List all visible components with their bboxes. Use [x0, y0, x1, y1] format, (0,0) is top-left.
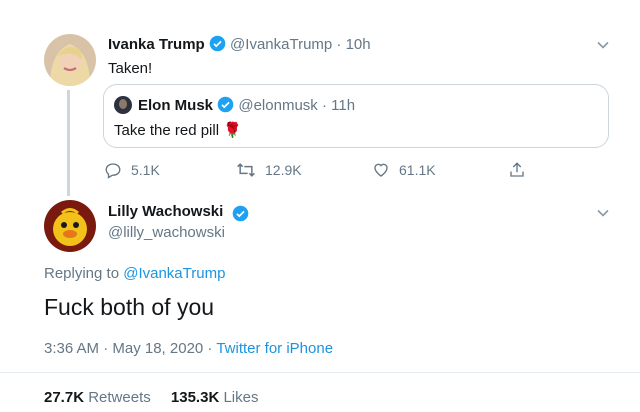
likes-label: Likes [223, 389, 259, 406]
quoted-header: Elon Musk @elonmusk · 11h [138, 96, 355, 114]
avatar-ivanka[interactable] [44, 34, 96, 86]
quoted-text: Take the red pill 🌹 [114, 121, 242, 139]
avatar-lilly[interactable] [44, 200, 96, 252]
replying-prefix: Replying to [44, 265, 120, 282]
author-handle[interactable]: @lilly_wachowski [108, 224, 225, 241]
reply-count: 5.1K [131, 162, 160, 178]
like-action[interactable]: 61.1K [372, 161, 436, 179]
verified-badge-icon [217, 96, 234, 113]
retweets-stat[interactable]: 27.7K Retweets [44, 389, 155, 406]
retweet-action[interactable]: 12.9K [236, 161, 302, 179]
share-icon [510, 162, 524, 177]
avatar-elon [114, 96, 132, 114]
retweets-label: Retweets [88, 389, 151, 406]
reply-action[interactable]: 5.1K [104, 161, 160, 179]
verified-badge-icon [209, 35, 226, 52]
likes-count: 135.3K [170, 389, 220, 406]
tweet-text: Fuck both of you [44, 294, 215, 320]
chevron-down-icon[interactable] [596, 206, 610, 220]
retweet-icon [237, 163, 255, 177]
reply-icon [105, 163, 121, 179]
likes-stat[interactable]: 135.3K Likes [171, 389, 259, 406]
quoted-author-handle: @elonmusk [238, 97, 318, 114]
tweet-source-link[interactable]: Twitter for iPhone [216, 340, 333, 357]
replying-to-link[interactable]: @IvankaTrump [123, 265, 225, 282]
share-action[interactable] [508, 161, 526, 179]
rose-emoji: 🌹 [223, 122, 242, 139]
tweet-meta: 3:36 AM · May 18, 2020 · Twitter for iPh… [44, 340, 333, 357]
quoted-author-name: Elon Musk [138, 97, 214, 114]
quoted-time: · 11h [321, 97, 356, 114]
retweet-count: 12.9K [265, 162, 302, 178]
author-name[interactable]: Lilly Wachowski [108, 203, 223, 220]
thread-line [67, 90, 70, 196]
divider [0, 372, 640, 373]
replying-to: Replying to @IvankaTrump [44, 265, 225, 282]
tweet1-header: Ivanka Trump @IvankaTrump · 10h [108, 35, 371, 53]
author-handle[interactable]: @IvankaTrump [230, 36, 332, 53]
like-count: 61.1K [399, 162, 436, 178]
tweet-text: Taken! [108, 60, 153, 77]
retweets-count: 27.7K [44, 389, 85, 406]
author-name[interactable]: Ivanka Trump [108, 36, 205, 53]
verified-badge-icon [232, 205, 249, 222]
quoted-text-body: Take the red pill [114, 122, 220, 139]
tweet-timestamp[interactable]: 3:36 AM · May 18, 2020 · [44, 340, 212, 357]
tweet-time[interactable]: · 10h [336, 36, 370, 53]
heart-icon [374, 163, 388, 177]
chevron-down-icon[interactable] [596, 38, 610, 52]
engagement-stats: 27.7K Retweets 135.3K Likes [44, 389, 258, 406]
